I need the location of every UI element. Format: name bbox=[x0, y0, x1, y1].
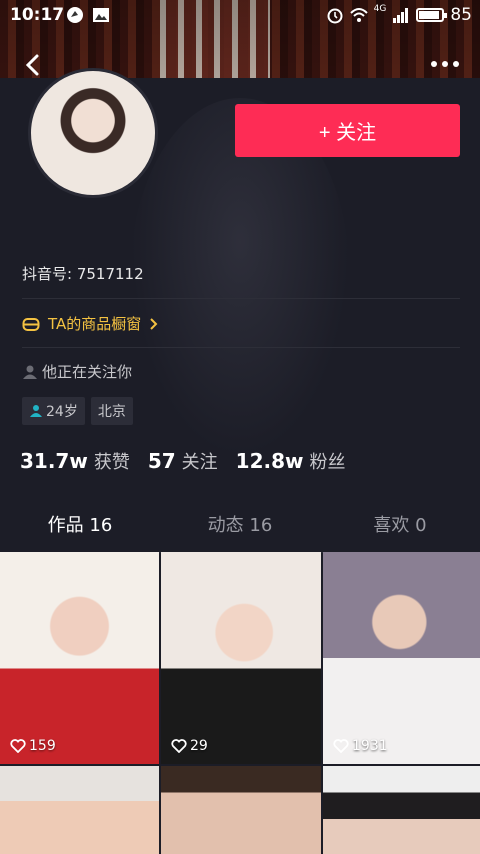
follow-button[interactable]: + 关注 bbox=[235, 104, 460, 157]
profile-stats: 31.7w 获赞 57 关注 12.8w 粉丝 bbox=[20, 448, 346, 474]
battery-level: 85 bbox=[450, 5, 472, 25]
chevron-right-icon bbox=[150, 317, 158, 330]
like-count: 159 bbox=[29, 738, 56, 754]
stat-likes[interactable]: 31.7w 获赞 bbox=[20, 448, 130, 474]
heart-icon bbox=[171, 739, 187, 753]
shop-window-link[interactable]: TA的商品橱窗 bbox=[22, 313, 159, 334]
like-count: 29 bbox=[190, 738, 208, 754]
follow-status: 他正在关注你 bbox=[22, 361, 132, 382]
video-thumbnail[interactable]: 29 bbox=[161, 552, 321, 764]
shop-icon bbox=[22, 317, 40, 331]
video-thumbnail[interactable] bbox=[323, 766, 480, 854]
image-icon bbox=[93, 8, 109, 22]
avatar[interactable] bbox=[28, 68, 158, 198]
location-tag: 北京 bbox=[90, 397, 133, 425]
status-bar: 10:17 4G 85 bbox=[0, 0, 480, 30]
wifi-icon bbox=[349, 8, 368, 22]
status-time: 10:17 bbox=[10, 5, 65, 25]
video-thumbnail[interactable] bbox=[0, 766, 159, 854]
video-thumbnail[interactable]: 1931 bbox=[323, 552, 480, 764]
back-icon[interactable] bbox=[18, 50, 48, 80]
network-type: 4G bbox=[373, 4, 387, 14]
stat-followers[interactable]: 12.8w 粉丝 bbox=[236, 448, 346, 474]
like-count: 1931 bbox=[352, 738, 388, 754]
profile-tags: 24岁 北京 bbox=[22, 397, 133, 425]
signal-icon bbox=[393, 8, 409, 23]
divider bbox=[22, 347, 460, 348]
tab-likes[interactable]: 喜欢 0 bbox=[320, 508, 480, 552]
video-thumbnail[interactable]: 159 bbox=[0, 552, 159, 764]
shop-label: TA的商品橱窗 bbox=[48, 315, 142, 333]
stat-following[interactable]: 57 关注 bbox=[148, 448, 218, 474]
douyin-id: 抖音号: 7517112 bbox=[22, 265, 144, 283]
person-icon bbox=[30, 405, 42, 417]
tab-works[interactable]: 作品 16 bbox=[0, 508, 160, 559]
notification-icon bbox=[67, 7, 83, 23]
divider bbox=[22, 298, 460, 299]
age-tag: 24岁 bbox=[22, 397, 85, 425]
battery-icon bbox=[416, 8, 448, 22]
heart-icon bbox=[333, 739, 349, 753]
tab-moments[interactable]: 动态 16 bbox=[160, 508, 320, 552]
user-icon bbox=[23, 365, 37, 379]
heart-icon bbox=[10, 739, 26, 753]
profile-tabs: 作品 16 动态 16 喜欢 0 bbox=[0, 508, 480, 559]
more-icon[interactable] bbox=[428, 58, 462, 70]
follow-status-text: 他正在关注你 bbox=[42, 363, 133, 381]
video-grid: 159 29 1931 bbox=[0, 552, 480, 854]
alarm-icon bbox=[327, 8, 343, 24]
video-thumbnail[interactable] bbox=[161, 766, 321, 854]
